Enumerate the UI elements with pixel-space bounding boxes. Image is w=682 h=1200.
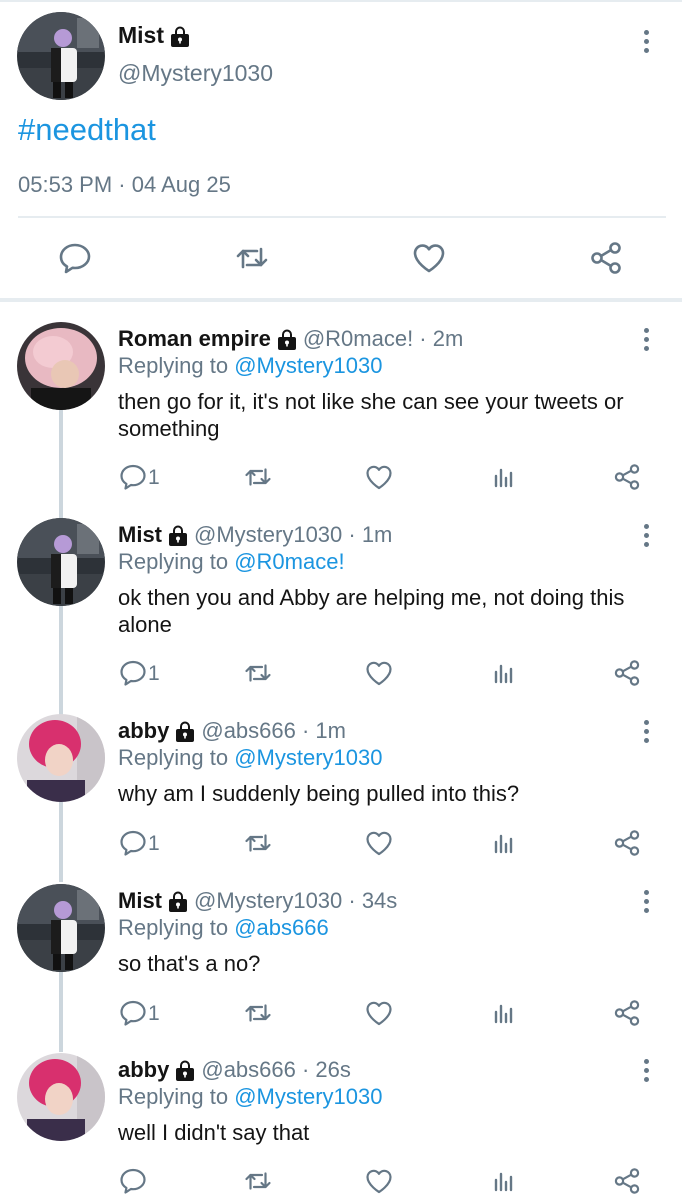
tweet-timestamp: 05:53 PM · 04 Aug 25 bbox=[18, 172, 231, 197]
reply-count: 1 bbox=[148, 662, 160, 685]
more-vertical-icon[interactable] bbox=[634, 520, 658, 550]
reply-actions: 1 bbox=[0, 998, 682, 1030]
display-name[interactable]: Mist bbox=[118, 888, 162, 914]
reply-actions: 1 bbox=[0, 828, 682, 860]
analytics-icon[interactable] bbox=[488, 462, 518, 492]
reply-text: well I didn't say that bbox=[118, 1120, 310, 1145]
display-name[interactable]: Mist bbox=[118, 522, 162, 548]
tweet-hashtag[interactable]: #needthat bbox=[18, 112, 156, 148]
like-icon[interactable] bbox=[364, 462, 394, 492]
analytics-icon[interactable] bbox=[488, 1166, 518, 1196]
handle-and-time: @Mystery1030 · 34s bbox=[194, 888, 398, 913]
mention-link[interactable]: @abs666 bbox=[234, 915, 329, 940]
analytics-icon[interactable] bbox=[488, 658, 518, 688]
display-name[interactable]: abby bbox=[118, 718, 169, 744]
lock-icon bbox=[175, 720, 195, 742]
retweet-icon[interactable] bbox=[243, 658, 273, 688]
share-icon[interactable] bbox=[588, 240, 624, 276]
analytics-icon[interactable] bbox=[488, 828, 518, 858]
reply-text: why am I suddenly being pulled into this… bbox=[118, 781, 520, 806]
reply-count: 1 bbox=[148, 832, 160, 855]
handle-and-time: @Mystery1030 · 1m bbox=[194, 522, 393, 547]
like-icon[interactable] bbox=[364, 828, 394, 858]
mention-link[interactable]: @R0mace! bbox=[234, 549, 344, 574]
reply-icon[interactable] bbox=[118, 658, 148, 688]
lock-icon bbox=[168, 890, 188, 912]
lock-icon bbox=[175, 1059, 195, 1081]
reply-icon[interactable] bbox=[57, 240, 93, 276]
mention-link[interactable]: @Mystery1030 bbox=[234, 353, 382, 378]
reply-text: ok then you and Abby are helping me, not… bbox=[118, 585, 625, 637]
handle-and-time: @abs666 · 1m bbox=[201, 718, 346, 743]
mention-link[interactable]: @Mystery1030 bbox=[234, 1084, 382, 1109]
avatar[interactable] bbox=[17, 884, 105, 972]
handle-and-time: @R0mace! · 2m bbox=[302, 326, 464, 351]
avatar[interactable] bbox=[17, 714, 105, 802]
replying-to: Replying to @abs666 bbox=[118, 915, 329, 940]
like-icon[interactable] bbox=[364, 658, 394, 688]
replying-to: Replying to @Mystery1030 bbox=[118, 353, 383, 378]
user-handle[interactable]: @Mystery1030 bbox=[118, 60, 273, 87]
share-icon[interactable] bbox=[612, 998, 642, 1028]
reply-text: then go for it, it's not like she can se… bbox=[118, 389, 624, 441]
reply-icon[interactable] bbox=[118, 462, 148, 492]
like-icon[interactable] bbox=[364, 1166, 394, 1196]
display-name[interactable]: Mist bbox=[118, 22, 164, 49]
share-icon[interactable] bbox=[612, 658, 642, 688]
share-icon[interactable] bbox=[612, 828, 642, 858]
lock-icon bbox=[168, 524, 188, 546]
reply-count: 1 bbox=[148, 466, 160, 489]
share-icon[interactable] bbox=[612, 462, 642, 492]
retweet-icon[interactable] bbox=[243, 828, 273, 858]
replying-to: Replying to @R0mace! bbox=[118, 549, 345, 574]
avatar[interactable] bbox=[17, 322, 105, 410]
retweet-icon[interactable] bbox=[243, 1166, 273, 1196]
reply-actions bbox=[0, 1166, 682, 1198]
retweet-icon[interactable] bbox=[243, 998, 273, 1028]
like-icon[interactable] bbox=[364, 998, 394, 1028]
reply-icon[interactable] bbox=[118, 1166, 148, 1196]
reply-actions: 1 bbox=[0, 658, 682, 690]
reply-count: 1 bbox=[148, 1002, 160, 1025]
share-icon[interactable] bbox=[612, 1166, 642, 1196]
main-tweet: Mist @Mystery1030 #needthat 05:53 PM · 0… bbox=[0, 0, 682, 300]
section-separator bbox=[0, 298, 682, 302]
reply-actions: 1 bbox=[0, 462, 682, 494]
replying-to: Replying to @Mystery1030 bbox=[118, 745, 383, 770]
handle-and-time: @abs666 · 26s bbox=[201, 1057, 351, 1082]
analytics-icon[interactable] bbox=[488, 998, 518, 1028]
retweet-icon[interactable] bbox=[243, 462, 273, 492]
like-icon[interactable] bbox=[411, 240, 447, 276]
display-name[interactable]: Roman empire bbox=[118, 326, 271, 352]
reply-text: so that's a no? bbox=[118, 951, 261, 976]
divider bbox=[18, 216, 666, 218]
more-vertical-icon[interactable] bbox=[634, 1055, 658, 1085]
avatar[interactable] bbox=[17, 518, 105, 606]
avatar[interactable] bbox=[17, 1053, 105, 1141]
reply-icon[interactable] bbox=[118, 828, 148, 858]
reply-icon[interactable] bbox=[118, 998, 148, 1028]
more-vertical-icon[interactable] bbox=[634, 716, 658, 746]
more-vertical-icon[interactable] bbox=[634, 886, 658, 916]
avatar[interactable] bbox=[17, 12, 105, 100]
retweet-icon[interactable] bbox=[234, 240, 270, 276]
lock-icon bbox=[170, 25, 190, 47]
more-vertical-icon[interactable] bbox=[634, 26, 658, 56]
replying-to: Replying to @Mystery1030 bbox=[118, 1084, 383, 1109]
mention-link[interactable]: @Mystery1030 bbox=[234, 745, 382, 770]
display-name[interactable]: abby bbox=[118, 1057, 169, 1083]
more-vertical-icon[interactable] bbox=[634, 324, 658, 354]
lock-icon bbox=[277, 328, 297, 350]
